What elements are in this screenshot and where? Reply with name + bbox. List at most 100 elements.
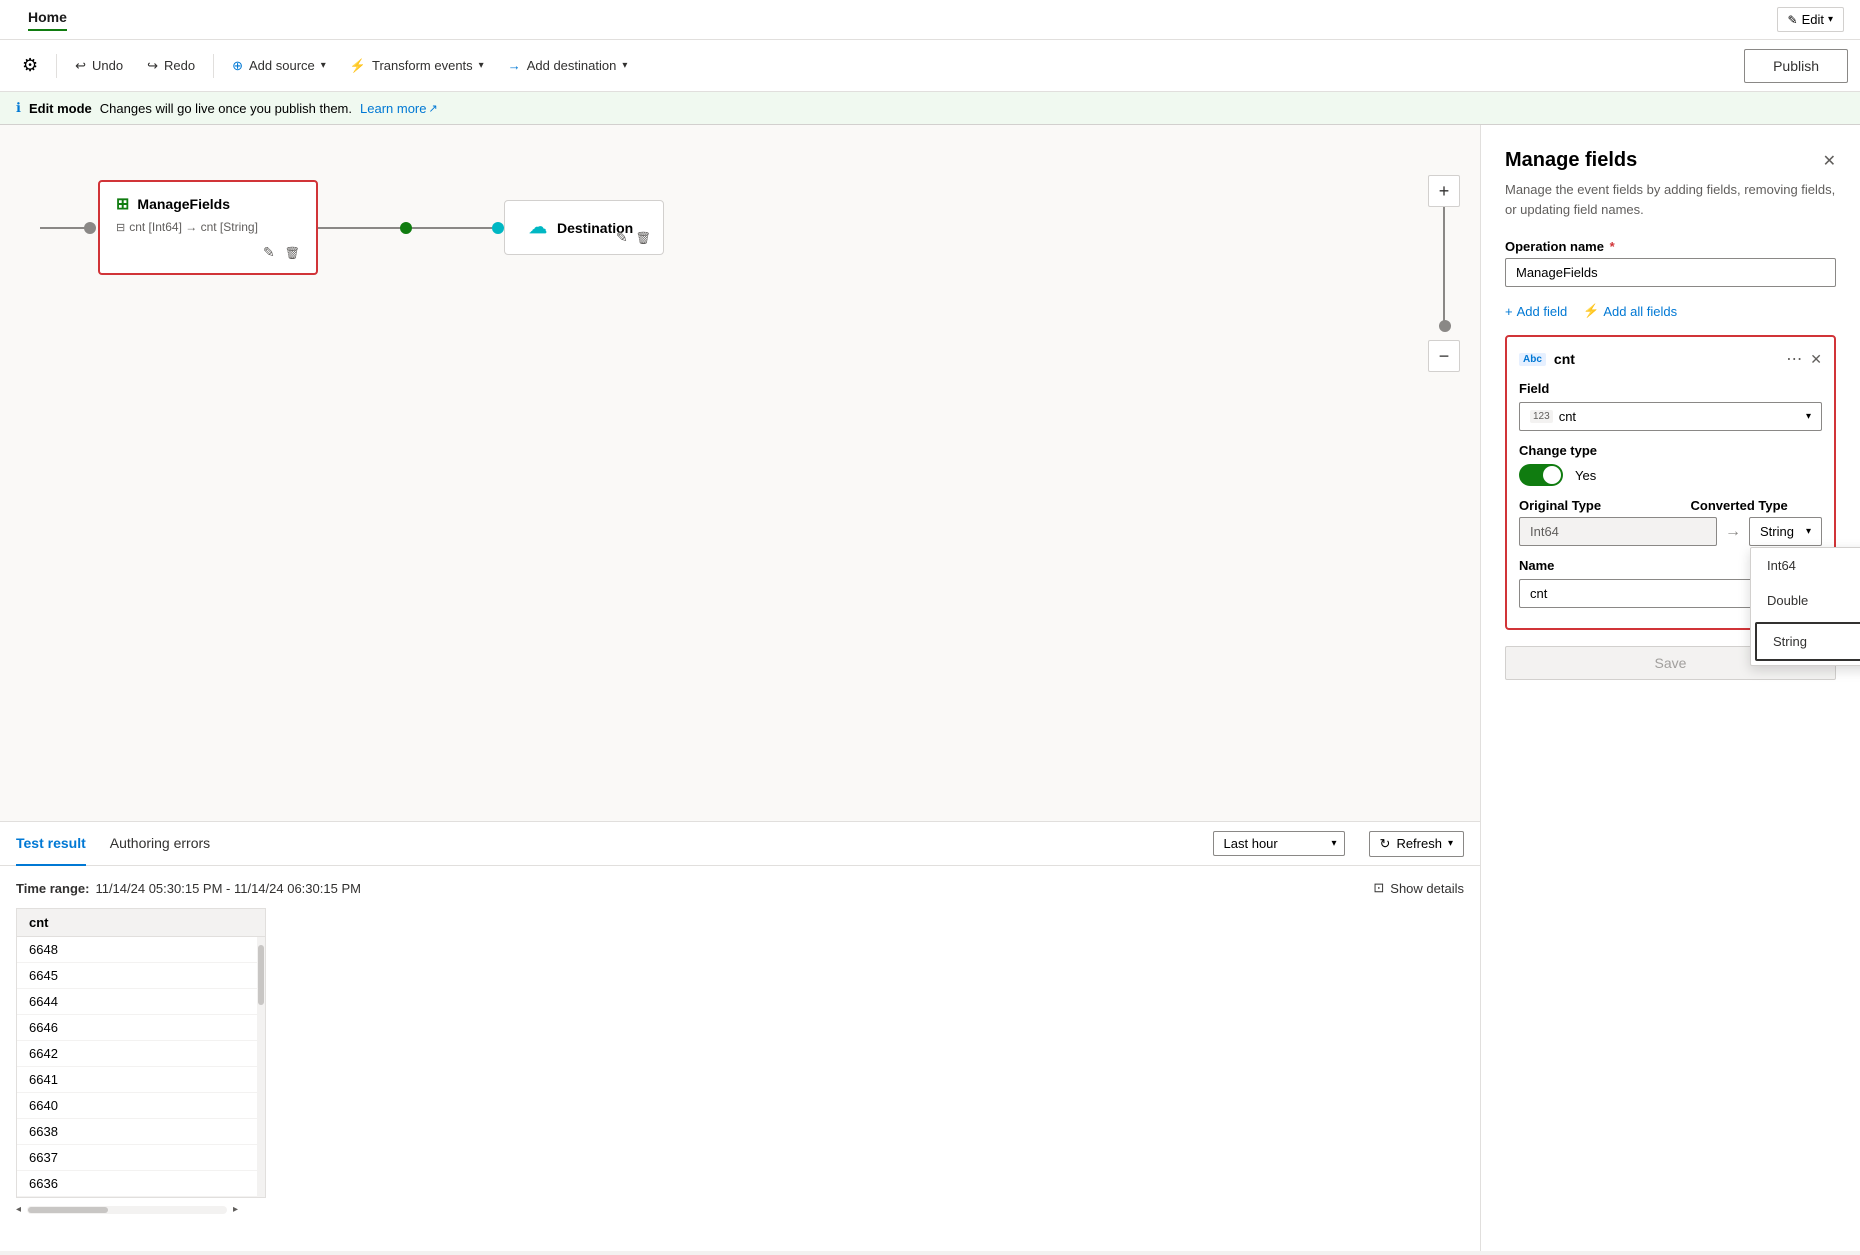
show-details-button[interactable]: ⊡ Show details: [1373, 880, 1464, 896]
original-type-label: Original Type: [1519, 498, 1651, 513]
converted-type-dropdown[interactable]: String ▾ Int64 Double String: [1749, 517, 1822, 546]
panel-title-row: Manage fields ✕: [1505, 149, 1836, 172]
add-source-chevron-icon: ▾: [321, 60, 326, 71]
time-range-row: Time range: 11/14/24 05:30:15 PM - 11/14…: [16, 880, 1464, 896]
undo-button[interactable]: ↩ Undo: [65, 52, 133, 80]
field-close-button[interactable]: ✕: [1810, 351, 1822, 368]
add-dest-label: Add destination: [527, 58, 617, 73]
zoom-out-button[interactable]: −: [1428, 340, 1460, 372]
converted-type-label: Converted Type: [1691, 498, 1823, 513]
h-scroll-area: ◂ ▸: [16, 1204, 1464, 1215]
node-subtitle-text: cnt [Int64] → cnt [String]: [129, 220, 258, 234]
zoom-in-button[interactable]: +: [1428, 175, 1460, 207]
toggle[interactable]: [1519, 464, 1563, 486]
table-row-7: 6640: [17, 1093, 265, 1119]
learn-more-label: Learn more: [360, 101, 426, 116]
table-row-1: 6648: [17, 937, 265, 963]
panel-title: Manage fields: [1505, 149, 1637, 172]
table-row-9: 6637: [17, 1145, 265, 1171]
transform-label: Transform events: [372, 58, 473, 73]
manage-fields-node[interactable]: ⊞ ManageFields ⊟ cnt [Int64] → cnt [Stri…: [98, 180, 318, 275]
type-labels-row: Original Type Converted Type: [1519, 498, 1822, 513]
toolbar-separator-2: [213, 54, 214, 78]
field-card-header: Abc cnt ⋯ ✕: [1519, 349, 1822, 369]
change-type-label: Change type: [1519, 443, 1822, 458]
field-more-button[interactable]: ⋯: [1786, 349, 1802, 369]
add-dest-icon: →: [508, 58, 521, 73]
field-dropdown[interactable]: 123 cnt ▾: [1519, 402, 1822, 431]
h-scroll-left-icon: ◂: [16, 1204, 21, 1215]
abc-icon: Abc: [1519, 353, 1546, 366]
add-field-button[interactable]: + Add field: [1505, 304, 1567, 319]
home-underline: [28, 29, 67, 31]
toggle-thumb: [1543, 466, 1561, 484]
edit-mode-banner: ℹ Edit mode Changes will go live once yo…: [0, 92, 1860, 125]
original-type-input: [1519, 517, 1717, 546]
edit-button[interactable]: ✎ Edit ▾: [1777, 7, 1845, 32]
add-source-button[interactable]: ⊕ Add source ▾: [222, 52, 336, 80]
scrollbar-track[interactable]: [257, 937, 265, 1197]
node-edit-button[interactable]: ✎: [263, 244, 275, 261]
home-label: Home: [28, 9, 67, 25]
node-delete-button[interactable]: 🗑: [285, 244, 300, 261]
panel-close-button[interactable]: ✕: [1823, 151, 1836, 171]
grid-icon: ⊡: [1373, 880, 1384, 896]
node-actions: ✎ 🗑: [116, 244, 300, 261]
option-int64[interactable]: Int64: [1751, 548, 1860, 583]
v-connector-dot: [1439, 320, 1451, 332]
source-connector: [40, 227, 90, 229]
toolbar: ⚙ ↩ Undo ↪ Redo ⊕ Add source ▾ ⚡ Transfo…: [0, 40, 1860, 92]
flow-diagram: ⊞ ManageFields ⊟ cnt [Int64] → cnt [Stri…: [40, 180, 664, 275]
dest-actions: ✎ 🗑: [616, 229, 651, 246]
redo-button[interactable]: ↪ Redo: [137, 52, 205, 80]
gear-button[interactable]: ⚙: [12, 49, 48, 82]
bottom-tabs-row: Test result Authoring errors Last hour L…: [0, 822, 1480, 866]
add-destination-button[interactable]: → Add destination ▾: [498, 52, 638, 79]
field-section-label: Field: [1519, 381, 1822, 396]
h-scroll-track[interactable]: [27, 1206, 227, 1214]
tab-test-result[interactable]: Test result: [16, 822, 86, 866]
mid-connector: [318, 222, 504, 234]
operation-name-label-row: Operation name *: [1505, 239, 1836, 254]
table-body: 6648 6645 6644 6646 6642 6641 6640 6638 …: [17, 937, 265, 1197]
redo-icon: ↪: [147, 58, 158, 74]
destination-node[interactable]: ☁ Destination ✎ 🗑: [504, 200, 664, 255]
option-double[interactable]: Double: [1751, 583, 1860, 618]
add-dest-chevron-icon: ▾: [622, 60, 627, 71]
type-conversion-row: → String ▾ Int64 Double String: [1519, 517, 1822, 546]
node-subtitle: ⊟ cnt [Int64] → cnt [String]: [116, 220, 300, 234]
panel-description: Manage the event fields by adding fields…: [1505, 180, 1836, 219]
data-table: cnt 6648 6645 6644 6646 6642 6641 6640 6…: [16, 908, 266, 1198]
option-string[interactable]: String: [1755, 622, 1860, 661]
destination-icon: ☁: [529, 217, 547, 238]
pencil-icon: ✎: [1788, 13, 1798, 27]
change-type-row: Yes: [1519, 464, 1822, 486]
add-source-label: Add source: [249, 58, 315, 73]
transform-events-button[interactable]: ⚡ Transform events ▾: [340, 52, 494, 80]
home-tab[interactable]: Home: [16, 5, 79, 35]
dest-edit-button[interactable]: ✎: [616, 229, 628, 246]
learn-more-link[interactable]: Learn more ↗: [360, 101, 438, 116]
show-details-label: Show details: [1390, 881, 1464, 896]
h-scroll-thumb[interactable]: [28, 1207, 108, 1213]
refresh-button[interactable]: ↻ Refresh ▾: [1369, 831, 1464, 857]
table-row-8: 6638: [17, 1119, 265, 1145]
bolt-icon: ⚡: [1583, 303, 1599, 319]
publish-button[interactable]: Publish: [1744, 49, 1848, 83]
vertical-connector: [1443, 207, 1445, 327]
field-123-icon: 123: [1530, 410, 1553, 423]
time-range-select[interactable]: Last hour Last 30 minutes Last 6 hours: [1213, 831, 1345, 856]
operation-name-field: Operation name *: [1505, 239, 1836, 287]
scrollbar-thumb[interactable]: [258, 945, 264, 1005]
toggle-yes-label: Yes: [1575, 468, 1596, 483]
change-type-section: Change type Yes: [1519, 443, 1822, 486]
tab-authoring-errors[interactable]: Authoring errors: [110, 822, 210, 866]
time-range-label: Time range:: [16, 881, 89, 896]
operation-name-input[interactable]: [1505, 258, 1836, 287]
add-all-fields-button[interactable]: ⚡ Add all fields: [1583, 303, 1677, 319]
dest-delete-button[interactable]: 🗑: [636, 229, 651, 246]
redo-label: Redo: [164, 58, 195, 73]
h-scroll-right-icon: ▸: [233, 1204, 238, 1215]
canvas-area: ⊞ ManageFields ⊟ cnt [Int64] → cnt [Stri…: [0, 125, 1480, 1251]
edit-mode-label: Edit mode: [29, 101, 92, 116]
